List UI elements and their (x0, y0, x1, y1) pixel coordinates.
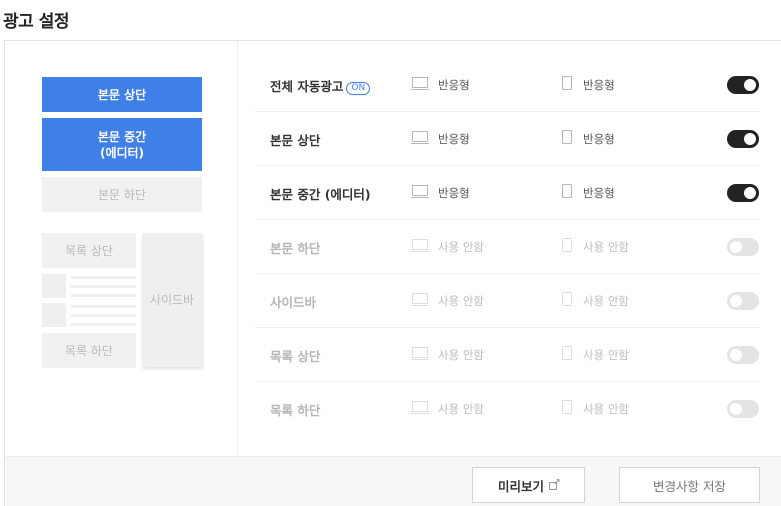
preview-thumb-1 (42, 274, 66, 298)
mobile-phone-icon (562, 292, 572, 306)
mobile-phone-icon (562, 238, 572, 252)
body-middle-toggle[interactable] (727, 184, 759, 202)
preview-list-bottom: 목록 하단 (42, 333, 136, 368)
preview-button[interactable]: 미리보기 ↗ (472, 467, 585, 503)
mobile-ad-type-select[interactable]: 사용 안함 (583, 401, 629, 417)
preview-body-middle-sublabel: (에디터) (99, 145, 145, 160)
preview-sidebar: 사이드바 (142, 233, 202, 367)
setting-row-sidebar: 사이드바 사용 안함 사용 안함 (255, 274, 760, 328)
setting-row-list-bottom: 목록 하단 사용 안함 사용 안함 (255, 382, 760, 436)
mobile-phone-icon (562, 346, 572, 360)
desktop-monitor-icon (411, 185, 429, 198)
row-label: 본문 중간 (에디터) (270, 187, 371, 202)
preview-line (71, 314, 136, 317)
preview-body-bottom-label: 본문 하단 (98, 187, 146, 202)
preview-body-middle-label: 본문 중간 (97, 129, 147, 144)
preview-button-label: 미리보기 (497, 478, 544, 494)
list-top-toggle[interactable] (727, 346, 759, 364)
preview-line (71, 285, 136, 288)
preview-line (71, 276, 136, 279)
save-button-label: 변경사항 저장 (653, 478, 726, 494)
preview-line (71, 305, 136, 308)
mobile-ad-type-select[interactable]: 반응형 (583, 131, 615, 147)
mobile-ad-type-select[interactable]: 사용 안함 (583, 293, 629, 309)
setting-row-body-top: 본문 상단 반응형 반응형 (255, 112, 760, 166)
mobile-phone-icon (562, 130, 572, 144)
setting-row-auto-ads: 전체 자동광고 ON 반응형 반응형 (255, 58, 760, 112)
preview-body-middle: 본문 중간 (에디터) (42, 118, 202, 171)
preview-line (71, 294, 136, 297)
footer-bar: 미리보기 ↗ 변경사항 저장 (5, 456, 781, 506)
desktop-monitor-icon (411, 77, 429, 90)
preview-sidebar-label: 사이드바 (149, 293, 195, 307)
setting-row-body-bottom: 본문 하단 사용 안함 사용 안함 (255, 220, 760, 274)
preview-body-top: 본문 상단 (42, 77, 202, 112)
setting-row-body-middle: 본문 중간 (에디터) 반응형 반응형 (255, 166, 760, 220)
preview-list-bottom-label: 목록 하단 (65, 343, 113, 358)
sidebar-toggle[interactable] (727, 292, 759, 310)
row-label: 목록 상단 (270, 349, 321, 364)
row-label: 전체 자동광고 ON (270, 76, 371, 95)
pc-ad-type-select[interactable]: 사용 안함 (438, 401, 484, 417)
pc-ad-type-select[interactable]: 사용 안함 (438, 293, 484, 309)
desktop-monitor-icon (411, 239, 429, 252)
desktop-monitor-icon (411, 347, 429, 360)
desktop-monitor-icon (411, 293, 429, 306)
mobile-phone-icon (562, 400, 572, 414)
status-badge: ON (346, 82, 371, 95)
preview-body-bottom: 본문 하단 (42, 177, 202, 212)
body-bottom-toggle[interactable] (727, 238, 759, 256)
page-title: 광고 설정 (3, 12, 69, 32)
body-top-toggle[interactable] (727, 130, 759, 148)
preview-body-top-label: 본문 상단 (97, 87, 147, 102)
mobile-ad-type-select[interactable]: 반응형 (583, 185, 615, 201)
list-bottom-toggle[interactable] (727, 400, 759, 418)
mobile-phone-icon (562, 184, 572, 198)
preview-line (71, 323, 136, 326)
desktop-monitor-icon (411, 131, 429, 144)
pc-ad-type-select[interactable]: 반응형 (438, 131, 470, 147)
row-label: 본문 상단 (270, 133, 321, 148)
mobile-ad-type-select[interactable]: 사용 안함 (583, 239, 629, 255)
pc-ad-type-select[interactable]: 사용 안함 (438, 239, 484, 255)
auto-ads-toggle[interactable] (727, 76, 759, 94)
desktop-monitor-icon (411, 401, 429, 414)
preview-list-top: 목록 상단 (42, 233, 136, 268)
mobile-ad-type-select[interactable]: 사용 안함 (583, 347, 629, 363)
pc-ad-type-select[interactable]: 반응형 (438, 185, 470, 201)
external-link-icon: ↗ (549, 479, 561, 490)
ad-layout-preview: 본문 상단 본문 중간 (에디터) 본문 하단 목록 상단 목록 하단 사이드바 (5, 41, 238, 456)
row-label: 목록 하단 (270, 403, 321, 418)
preview-thumb-2 (42, 303, 66, 327)
row-label: 사이드바 (270, 295, 317, 310)
ad-settings-panel: 본문 상단 본문 중간 (에디터) 본문 하단 목록 상단 목록 하단 사이드바… (4, 40, 781, 506)
row-label-text: 전체 자동광고 (270, 79, 344, 94)
save-changes-button[interactable]: 변경사항 저장 (619, 467, 760, 503)
mobile-ad-type-select[interactable]: 반응형 (583, 77, 615, 93)
mobile-phone-icon (562, 76, 572, 90)
pc-ad-type-select[interactable]: 반응형 (438, 77, 470, 93)
preview-list-top-label: 목록 상단 (65, 243, 113, 258)
setting-row-list-top: 목록 상단 사용 안함 사용 안함 (255, 328, 760, 382)
pc-ad-type-select[interactable]: 사용 안함 (438, 347, 484, 363)
row-label: 본문 하단 (270, 241, 321, 256)
